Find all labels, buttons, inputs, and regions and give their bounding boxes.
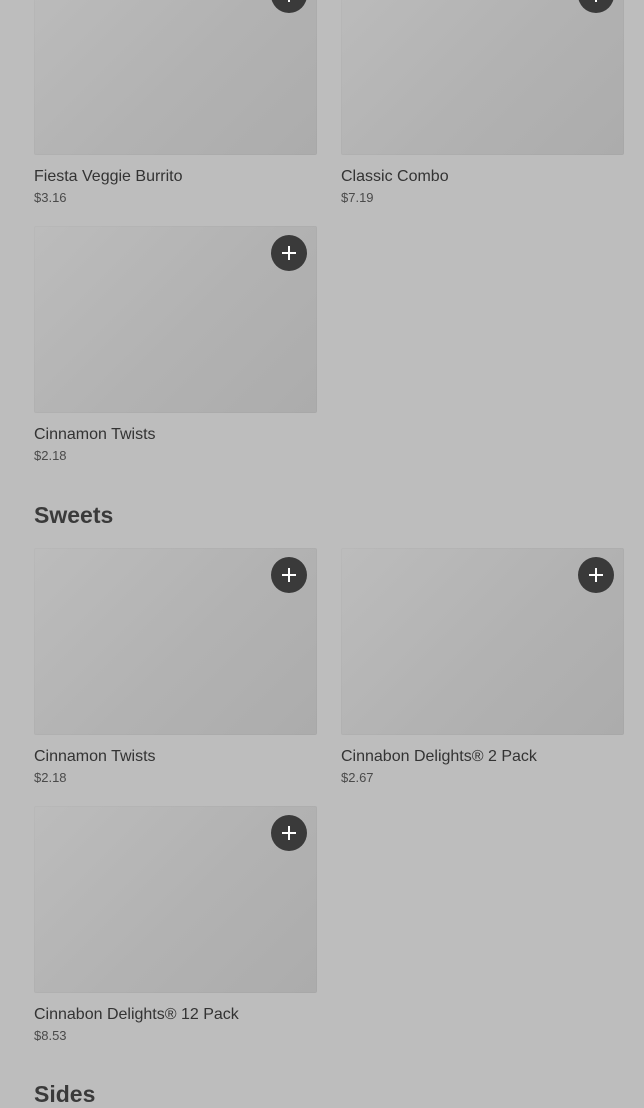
menu-item-image[interactable] xyxy=(34,806,317,993)
menu-item-card[interactable]: Cinnabon Delights® 2 Pack $2.67 xyxy=(341,548,624,786)
add-item-button[interactable] xyxy=(271,235,307,271)
menu-item-name[interactable]: Cinnamon Twists xyxy=(34,747,317,767)
add-item-button[interactable] xyxy=(578,557,614,593)
plus-icon xyxy=(595,0,597,2)
plus-icon xyxy=(589,568,603,582)
menu-item-price: $2.18 xyxy=(34,448,67,463)
menu-item-name[interactable]: Cinnabon Delights® 2 Pack xyxy=(341,747,624,767)
menu-item-card[interactable]: Cinnabon Delights® 12 Pack $8.53 xyxy=(34,806,317,1044)
menu-item-image[interactable] xyxy=(34,548,317,735)
menu-item-name[interactable]: Fiesta Veggie Burrito xyxy=(34,167,317,187)
add-item-button[interactable] xyxy=(271,815,307,851)
menu-item-price: $3.16 xyxy=(34,190,67,205)
plus-icon xyxy=(288,0,290,2)
menu-item-card[interactable]: Classic Combo $7.19 xyxy=(341,0,624,206)
add-item-button[interactable] xyxy=(271,0,307,13)
section-title-sweets: Sweets xyxy=(34,502,114,528)
menu-item-card[interactable]: Cinnamon Twists $2.18 xyxy=(34,548,317,786)
plus-icon xyxy=(282,246,296,260)
menu-item-card[interactable]: Fiesta Veggie Burrito $3.16 xyxy=(34,0,317,206)
menu-item-card[interactable]: Cinnamon Twists $2.18 xyxy=(34,226,317,464)
menu-item-price: $2.67 xyxy=(341,770,374,785)
menu-item-price: $2.18 xyxy=(34,770,67,785)
add-item-button[interactable] xyxy=(271,557,307,593)
menu-item-image[interactable] xyxy=(34,0,317,155)
menu-item-image[interactable] xyxy=(34,226,317,413)
menu-item-price: $7.19 xyxy=(341,190,374,205)
menu-item-name[interactable]: Classic Combo xyxy=(341,167,624,187)
plus-icon xyxy=(282,826,296,840)
menu-item-name[interactable]: Cinnamon Twists xyxy=(34,425,317,445)
menu-item-image[interactable] xyxy=(341,548,624,735)
plus-icon xyxy=(282,568,296,582)
menu-item-image[interactable] xyxy=(341,0,624,155)
menu-item-price: $8.53 xyxy=(34,1028,67,1043)
add-item-button[interactable] xyxy=(578,0,614,13)
section-title-sides: Sides xyxy=(34,1081,96,1107)
menu-item-name[interactable]: Cinnabon Delights® 12 Pack xyxy=(34,1005,317,1025)
